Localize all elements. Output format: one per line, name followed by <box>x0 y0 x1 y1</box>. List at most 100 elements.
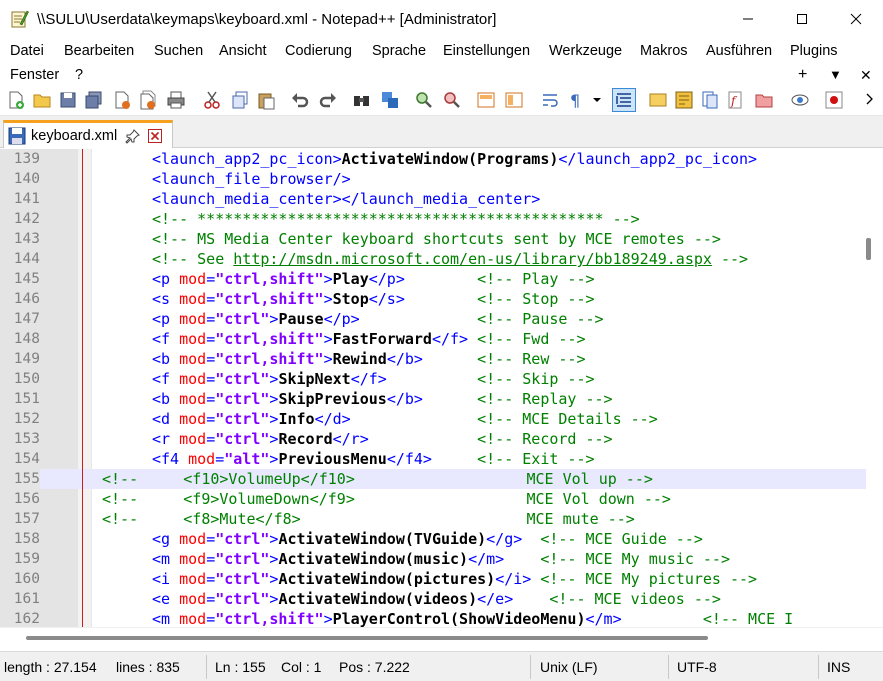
line-code[interactable]: <f mod="ctrl">SkipNext</f> <!-- Skip --> <box>152 369 595 389</box>
close-tab-icon[interactable] <box>147 128 163 144</box>
zoom-out-icon[interactable] <box>442 90 462 110</box>
line-code[interactable]: <f4 mod="alt">PreviousMenu</f4> <!-- Exi… <box>152 449 595 469</box>
line-code[interactable]: <b mod="ctrl,shift">Rewind</b> <!-- Rew … <box>152 349 586 369</box>
code-line[interactable]: 149 <b mod="ctrl,shift">Rewind</b> <!-- R… <box>0 349 866 369</box>
close-all-icon[interactable] <box>138 90 158 110</box>
undo-icon[interactable] <box>290 90 310 110</box>
code-line[interactable]: 145 <p mod="ctrl,shift">Play</p> <!-- Pla… <box>0 269 866 289</box>
line-code[interactable]: <b mod="ctrl">SkipPrevious</b> <!-- Repl… <box>152 389 613 409</box>
code-line[interactable]: 156 <!-- <f9>VolumeDown</f9> MCE Vol down… <box>0 489 866 509</box>
status-eol[interactable]: Unix (LF) <box>540 659 598 675</box>
horizontal-scrollbar[interactable] <box>0 627 883 651</box>
new-file-icon[interactable] <box>6 90 26 110</box>
code-line[interactable]: 159 <m mod="ctrl">ActivateWindow(music)</… <box>0 549 866 569</box>
cut-icon[interactable] <box>202 90 222 110</box>
code-lines[interactable]: 139 <launch_app2_pc_icon>ActivateWindow(P… <box>0 149 866 627</box>
line-code[interactable]: <r mod="ctrl">Record</r> <!-- Record --> <box>152 429 613 449</box>
show-all-chars-icon[interactable]: ¶ <box>566 90 586 110</box>
line-code[interactable]: <!-- <f9>VolumeDown</f9> MCE Vol down --… <box>102 489 671 509</box>
line-code[interactable]: <!-- MS Media Center keyboard shortcuts … <box>152 229 721 249</box>
line-code[interactable]: <!-- ***********************************… <box>152 209 640 229</box>
sync-horizontal-icon[interactable] <box>504 90 524 110</box>
code-line[interactable]: 154 <f4 mod="alt">PreviousMenu</f4> <!-- … <box>0 449 866 469</box>
copy-icon[interactable] <box>230 90 250 110</box>
code-line[interactable]: 147 <p mod="ctrl">Pause</p> <!-- Pause --… <box>0 309 866 329</box>
code-line[interactable]: 148 <f mod="ctrl,shift">FastForward</f> <… <box>0 329 866 349</box>
line-code[interactable]: <!-- <f10>VolumeUp</f10> MCE Vol up --> <box>102 469 653 489</box>
status-encoding[interactable]: UTF-8 <box>677 659 717 675</box>
menu-makros[interactable]: Makros <box>640 43 688 59</box>
close-window-button[interactable] <box>829 0 883 38</box>
menu-codierung[interactable]: Codierung <box>285 43 352 59</box>
code-line[interactable]: 157 <!-- <f8>Mute</f8> MCE mute --> <box>0 509 866 529</box>
line-code[interactable]: <!-- <f8>Mute</f8> MCE mute --> <box>102 509 635 529</box>
vertical-scrollbar[interactable] <box>866 149 883 627</box>
code-line[interactable]: 151 <b mod="ctrl">SkipPrevious</b> <!-- R… <box>0 389 866 409</box>
word-wrap-icon[interactable] <box>540 90 560 110</box>
code-line[interactable]: 153 <r mod="ctrl">Record</r> <!-- Record … <box>0 429 866 449</box>
menu-bearbeiten[interactable]: Bearbeiten <box>64 43 134 59</box>
function-list-icon[interactable]: f <box>726 90 746 110</box>
close-file-icon[interactable] <box>112 90 132 110</box>
code-line[interactable]: 142 <!-- ********************************… <box>0 209 866 229</box>
chevron-down-icon[interactable] <box>590 90 604 110</box>
code-line[interactable]: 146 <s mod="ctrl,shift">Stop</s> <!-- Sto… <box>0 289 866 309</box>
zoom-in-icon[interactable] <box>414 90 434 110</box>
code-line[interactable]: 162 <m mod="ctrl,shift">PlayerControl(Sho… <box>0 609 866 627</box>
maximize-button[interactable] <box>775 0 829 38</box>
code-line[interactable]: 161 <e mod="ctrl">ActivateWindow(videos)<… <box>0 589 866 609</box>
menu-werkzeuge[interactable]: Werkzeuge <box>549 43 622 59</box>
line-code[interactable]: <s mod="ctrl,shift">Stop</s> <!-- Stop -… <box>152 289 595 309</box>
toolbar-overflow-icon[interactable] <box>864 90 878 110</box>
menu-ausfuehren[interactable]: Ausführen <box>706 43 772 59</box>
line-code[interactable]: <g mod="ctrl">ActivateWindow(TVGuide)</g… <box>152 529 703 549</box>
close-doc-button[interactable]: ✕ <box>860 67 872 84</box>
indent-guide-icon[interactable] <box>612 88 636 112</box>
menu-sprache[interactable]: Sprache <box>372 43 426 59</box>
line-code[interactable]: <p mod="ctrl">Pause</p> <!-- Pause --> <box>152 309 604 329</box>
monitoring-icon[interactable] <box>790 90 810 110</box>
menu-ansicht[interactable]: Ansicht <box>219 43 267 59</box>
line-code[interactable]: <f mod="ctrl,shift">FastForward</f> <!--… <box>152 329 586 349</box>
menu-fenster[interactable]: Fenster <box>10 67 59 83</box>
line-code[interactable]: <p mod="ctrl,shift">Play</p> <!-- Play -… <box>152 269 595 289</box>
pin-icon[interactable] <box>125 128 141 144</box>
code-line[interactable]: 152 <d mod="ctrl">Info</d> <!-- MCE Detai… <box>0 409 866 429</box>
code-line[interactable]: 160 <i mod="ctrl">ActivateWindow(pictures… <box>0 569 866 589</box>
tab-keyboard-xml[interactable]: keyboard.xml <box>3 120 173 148</box>
line-code[interactable]: <i mod="ctrl">ActivateWindow(pictures)</… <box>152 569 757 589</box>
menu-help[interactable]: ? <box>75 67 83 83</box>
line-code[interactable]: <e mod="ctrl">ActivateWindow(videos)</e>… <box>152 589 721 609</box>
save-icon[interactable] <box>58 90 78 110</box>
code-line[interactable]: 150 <f mod="ctrl">SkipNext</f> <!-- Skip … <box>0 369 866 389</box>
print-icon[interactable] <box>166 90 186 110</box>
code-line[interactable]: 155 <!-- <f10>VolumeUp</f10> MCE Vol up -… <box>0 469 866 489</box>
minimize-button[interactable] <box>721 0 775 38</box>
find-icon[interactable] <box>352 90 372 110</box>
line-code[interactable]: <!-- See http://msdn.microsoft.com/en-us… <box>152 249 748 269</box>
open-file-icon[interactable] <box>32 90 52 110</box>
redo-icon[interactable] <box>318 90 338 110</box>
line-code[interactable]: <d mod="ctrl">Info</d> <!-- MCE Details … <box>152 409 658 429</box>
line-code[interactable]: <m mod="ctrl,shift">PlayerControl(ShowVi… <box>152 609 793 627</box>
user-lang-icon[interactable] <box>648 90 668 110</box>
editor[interactable]: 139 <launch_app2_pc_icon>ActivateWindow(P… <box>0 149 866 627</box>
tab-list-button[interactable]: ▼ <box>829 67 842 82</box>
menu-plugins[interactable]: Plugins <box>790 43 838 59</box>
code-line[interactable]: 139 <launch_app2_pc_icon>ActivateWindow(P… <box>0 149 866 169</box>
sync-vertical-icon[interactable] <box>476 90 496 110</box>
code-line[interactable]: 144 <!-- See http://msdn.microsoft.com/en… <box>0 249 866 269</box>
doc-map-icon[interactable] <box>674 90 694 110</box>
doc-list-icon[interactable] <box>700 90 720 110</box>
paste-icon[interactable] <box>256 90 276 110</box>
code-line[interactable]: 143 <!-- MS Media Center keyboard shortcu… <box>0 229 866 249</box>
menu-einstellungen[interactable]: Einstellungen <box>443 43 530 59</box>
folder-workspace-icon[interactable] <box>754 90 774 110</box>
line-code[interactable]: <launch_media_center></launch_media_cent… <box>152 189 540 209</box>
horizontal-scroll-thumb[interactable] <box>26 636 708 640</box>
record-macro-icon[interactable] <box>824 90 844 110</box>
line-code[interactable]: <launch_file_browser/> <box>152 169 351 189</box>
save-all-icon[interactable] <box>84 90 104 110</box>
code-line[interactable]: 141 <launch_media_center></launch_media_c… <box>0 189 866 209</box>
menu-suchen[interactable]: Suchen <box>154 43 203 59</box>
